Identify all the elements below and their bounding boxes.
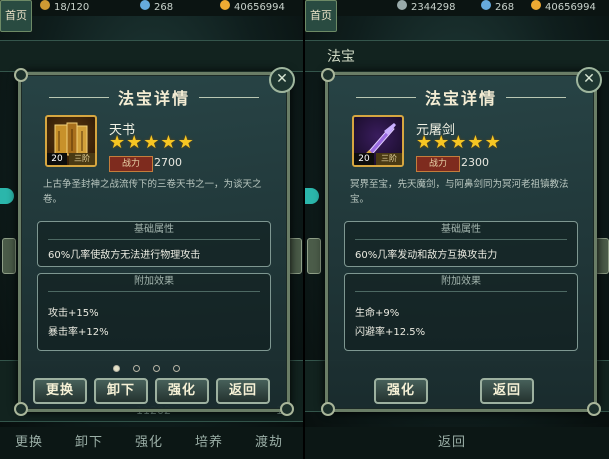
item-rank: 三阶 [376, 153, 402, 165]
page-dot[interactable] [133, 365, 140, 372]
star-icon: ★ [433, 132, 450, 153]
extra-effects-section: 附加效果 生命+9% 闪避率+12.5% [344, 273, 578, 351]
gem-icon [140, 0, 150, 10]
bottom-enhance-button[interactable]: 强化 [124, 431, 174, 455]
stamina-icon [40, 0, 50, 10]
page-dot[interactable] [173, 365, 180, 372]
chat-bubble-icon[interactable] [0, 188, 14, 204]
section-title: 基础属性 [441, 224, 481, 235]
section-divider [48, 239, 260, 240]
star-icon: ★ [416, 132, 433, 153]
item-icon-book: 20 三阶 [45, 115, 97, 167]
frame-corner-ornament [14, 68, 28, 82]
star-icon: ★ [177, 132, 194, 153]
gold-icon [531, 0, 541, 10]
bottom-replace-button[interactable]: 更换 [4, 431, 54, 455]
stamina-value: 18/120 [54, 2, 90, 13]
frame-corner-ornament [321, 68, 335, 82]
item-level: 20 [47, 153, 67, 165]
star-icon: ★ [109, 132, 126, 153]
star-icon: ★ [467, 132, 484, 153]
star-icon: ★ [450, 132, 467, 153]
home-button[interactable]: 首页 [0, 0, 32, 32]
base-attributes-section: 基础属性 60%几率使敌方无法进行物理攻击 [37, 221, 271, 267]
star-icon: ★ [143, 132, 160, 153]
extra-effect-line: 生命+9% [355, 308, 400, 319]
bottom-action-bar: 更换 卸下 强化 培养 渡劫 [0, 427, 304, 459]
base-attributes-section: 基础属性 60%几率发动和敌方互换攻击力 [344, 221, 578, 267]
item-rank: 三阶 [69, 153, 95, 165]
star-rating: ★★★★★ [416, 133, 502, 152]
gem-value: 268 [495, 2, 515, 13]
star-icon: ★ [126, 132, 143, 153]
gem-icon [481, 0, 491, 10]
silver-value: 2344298 [411, 2, 456, 13]
right-arrow-handle[interactable] [288, 238, 302, 274]
enhance-button[interactable]: 强化 [374, 378, 428, 404]
base-attribute-text: 60%几率发动和敌方互换攻击力 [355, 250, 498, 261]
item-description: 冥界至宝，先天魔剑，与阿鼻剑同为冥河老祖镇教法宝。 [350, 179, 569, 205]
item-level: 20 [354, 153, 374, 165]
power-value: 2300 [461, 156, 489, 169]
power-value: 2700 [154, 156, 182, 169]
replace-button[interactable]: 更换 [33, 378, 87, 404]
bottom-tribulation-button[interactable]: 渡劫 [244, 431, 294, 455]
frame-corner-ornament [321, 402, 335, 416]
section-divider [355, 291, 567, 292]
extra-effects-section: 附加效果 攻击+15% 暴击率+12% [37, 273, 271, 351]
power-label: 战力 [109, 156, 153, 172]
bottom-train-button[interactable]: 培养 [184, 431, 234, 455]
bottom-back-button[interactable]: 返回 [417, 431, 487, 455]
page-dot-active[interactable] [113, 365, 120, 372]
right-screen: 2344298 268 40656994 首页 法宝 ✕ 法宝详情 20 三阶 … [305, 0, 609, 459]
section-title: 基础属性 [134, 224, 174, 235]
star-icon: ★ [484, 132, 501, 153]
left-arrow-handle[interactable] [2, 238, 16, 274]
bottom-action-bar: 返回 [305, 427, 609, 459]
top-status-bar: 2344298 268 40656994 [305, 0, 609, 16]
silver-icon [397, 0, 407, 10]
power-label: 战力 [416, 156, 460, 172]
unload-button[interactable]: 卸下 [94, 378, 148, 404]
left-arrow-handle[interactable] [307, 238, 321, 274]
bottom-unload-button[interactable]: 卸下 [64, 431, 114, 455]
treasure-detail-dialog: ✕ 法宝详情 20 三阶 元屠剑 ★★★★★ 战力 2300 冥界至宝，先天魔剑… [321, 67, 602, 416]
enhance-button[interactable]: 强化 [155, 378, 209, 404]
right-arrow-handle[interactable] [595, 238, 609, 274]
page-dot[interactable] [153, 365, 160, 372]
treasure-detail-dialog: ✕ 法宝详情 20 三阶 天书 ★★★★★ 战力 2700 上古争圣封神之战流传… [14, 67, 295, 416]
star-rating: ★★★★★ [109, 133, 195, 152]
top-status-bar: 18/120 268 40656994 [0, 0, 304, 16]
extra-effect-line: 攻击+15% [48, 308, 99, 319]
frame-corner-ornament [14, 402, 28, 416]
item-description: 上古争圣封神之战流传下的三卷天书之一，为谈天之卷。 [43, 179, 262, 205]
left-screen: 18/120 268 40656994 首页 11202 16 ✕ 法宝详情 [0, 0, 304, 459]
star-icon: ★ [160, 132, 177, 153]
gem-value: 268 [154, 2, 174, 13]
section-divider [48, 291, 260, 292]
base-attribute-text: 60%几率使敌方无法进行物理攻击 [48, 250, 201, 261]
chat-bubble-icon[interactable] [305, 188, 319, 204]
back-button[interactable]: 返回 [480, 378, 534, 404]
section-title: 附加效果 [134, 276, 174, 287]
gold-value: 40656994 [545, 2, 596, 13]
title-ornament-line [199, 97, 259, 98]
home-button[interactable]: 首页 [305, 0, 337, 32]
section-title: 附加效果 [441, 276, 481, 287]
frame-corner-ornament [280, 402, 294, 416]
frame-corner-ornament [587, 402, 601, 416]
extra-effect-line: 闪避率+12.5% [355, 327, 426, 338]
extra-effect-line: 暴击率+12% [48, 327, 109, 338]
gold-value: 40656994 [234, 2, 285, 13]
gold-icon [220, 0, 230, 10]
background-hero-strip [0, 40, 304, 72]
title-ornament-line [506, 97, 566, 98]
background-tab-label: 法宝 [327, 49, 355, 65]
section-divider [355, 239, 567, 240]
item-icon-sword: 20 三阶 [352, 115, 404, 167]
back-button[interactable]: 返回 [216, 378, 270, 404]
